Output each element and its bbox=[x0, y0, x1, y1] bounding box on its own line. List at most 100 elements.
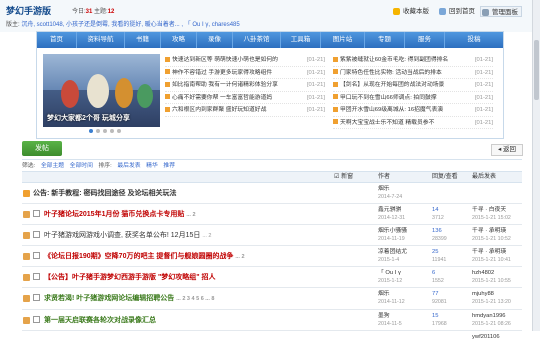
news-item[interactable]: 门家特色任性比实物: 活动当战后的排本 [01-21] bbox=[333, 67, 493, 79]
table-row[interactable]: 公告: 新手教程: 密码找回途径 及论坛相关玩法 烟乐 2014-7-24 bbox=[22, 183, 522, 205]
news-item[interactable]: 天啊大宝宝战士乐不知道 精载员参不 [01-21] bbox=[333, 117, 493, 129]
banner-caption: 梦幻大家都2个哥 玩城分享 bbox=[47, 115, 130, 122]
table-row[interactable]: 叶子猪论坛2015年1月份 猫币兑换点卡专用贴 ... 2 鑫元骐骐 2014-1… bbox=[22, 204, 522, 226]
thread-title[interactable]: 第一届天启联赛各轮次对战录像汇总 bbox=[44, 315, 156, 325]
slide-dot[interactable] bbox=[89, 129, 93, 133]
thread-checkbox[interactable] bbox=[33, 294, 40, 302]
thread-title[interactable]: 【公告】叶子猪手游梦幻西游手游版 "梦幻攻略组" 招人 bbox=[44, 272, 216, 282]
nav-item-pictures[interactable]: 图片站 bbox=[321, 32, 365, 48]
bullet-icon bbox=[165, 106, 170, 112]
thread-checkbox[interactable] bbox=[33, 273, 40, 281]
nav-item-home[interactable]: 首页 bbox=[37, 32, 77, 48]
filter-all-topics[interactable]: 全部主题 bbox=[41, 163, 64, 169]
moderators-list[interactable]: 沉舟, scott1048, 小孩子还是倒霉, 我看的挺好, 暖心当着者... … bbox=[21, 22, 239, 28]
thread-pages[interactable]: ... 2 3 4 5 6 ... 8 bbox=[176, 296, 214, 302]
filter-hot[interactable]: 精华 bbox=[146, 163, 158, 169]
news-item[interactable]: 紫紫被缝就让60金币毛吃: 得到副团得排名 [01-21] bbox=[333, 54, 493, 67]
nav-item-tools[interactable]: 工具箱 bbox=[281, 32, 321, 48]
news-item[interactable]: 神作不容错过 手游更多玩家得攻略组件 [01-21] bbox=[165, 67, 325, 79]
thread-author[interactable]: 烟乐 2014-7-24 bbox=[378, 185, 402, 201]
thread-counts: 15 17968 bbox=[432, 312, 447, 328]
nav-item-books[interactable]: 书籍 bbox=[125, 32, 161, 48]
last-post[interactable]: 千寻 · 白夜天 2015-1-21 15:02 bbox=[472, 206, 511, 222]
thread-title-text: 求贤若渴! 叶子猪游戏网论坛编辑招聘公告 bbox=[44, 295, 175, 303]
last-post[interactable]: 千寻 · 承明瑛 2015-1-21 10:52 bbox=[472, 227, 511, 243]
last-post[interactable]: mjuhy88 2015-1-21 13:20 bbox=[472, 290, 511, 306]
favorite-button[interactable]: 收藏本版 bbox=[392, 6, 432, 17]
forum-name[interactable]: 梦幻手游版 bbox=[6, 4, 51, 17]
thread-author[interactable]: 墨狗 2014-11-5 bbox=[378, 312, 402, 328]
return-home-button[interactable]: 回到首页 bbox=[438, 6, 478, 17]
news-item[interactable]: 如比指南帮助 我有一计何诸精彩体验分享 [01-21] bbox=[165, 79, 325, 92]
last-post[interactable]: 千寻 · 承明瑛 2015-1-21 10:41 bbox=[472, 248, 511, 264]
thread-title-text: 公告: 新手教程: 密码找回途径 及论坛相关玩法 bbox=[33, 190, 177, 197]
table-row[interactable]: 叶子猪游戏网游戏小调查, 获奖名单公布! 12月15日 ... 2 烟乐小骚骚 2… bbox=[22, 225, 522, 247]
thread-checkbox[interactable] bbox=[33, 210, 40, 218]
back-button[interactable]: ◂ 返回 bbox=[491, 144, 523, 156]
banner-slideshow[interactable]: 梦幻大家都2个哥 玩城分享 bbox=[43, 54, 160, 127]
nav-item-strategy[interactable]: 攻略 bbox=[161, 32, 197, 48]
news-item[interactable]: 甲口玩不到在雪山66师调点: 拍同鼓撑 [01-21] bbox=[333, 92, 493, 104]
last-post[interactable]: ywf201106 bbox=[472, 333, 500, 341]
last-post[interactable]: hmdyan1996 2015-1-21 08:26 bbox=[472, 312, 511, 328]
thread-author[interactable]: 烟乐 2014-11-12 bbox=[378, 290, 405, 306]
thread-title[interactable]: 叶子猪论坛2015年1月份 猫币兑换点卡专用贴 ... 2 bbox=[44, 209, 196, 219]
last-post-date: 2015-1-21 13:20 bbox=[472, 299, 511, 306]
news-item[interactable]: 六和根区内到家群聚 盛好玩知道好战 [01-21] bbox=[165, 104, 325, 117]
scrollbar-thumb[interactable] bbox=[534, 40, 539, 100]
author-date: 2015-1-12 bbox=[378, 278, 403, 285]
nav-item-videos[interactable]: 录像 bbox=[197, 32, 233, 48]
table-row[interactable]: ywf201106 bbox=[22, 331, 522, 352]
thread-counts: 136 28399 bbox=[432, 227, 447, 243]
slideshow-dots bbox=[89, 129, 121, 133]
thread-title[interactable]: 叶子猪游戏网游戏小调查, 获奖名单公布! 12月15日 ... 2 bbox=[44, 230, 211, 240]
news-item[interactable]: 心痛不好需要你帮 一车富富哲能游道妈 [01-21] bbox=[165, 92, 325, 104]
new-window-toggle[interactable]: ☑ 新窗 bbox=[334, 172, 353, 183]
news-item[interactable]: 快速达到新区等 萌萌快速小萌也是如何的 [01-21] bbox=[165, 54, 325, 67]
news-date: [01-21] bbox=[474, 69, 493, 76]
table-row[interactable]: 求贤若渴! 叶子猪游戏网论坛编辑招聘公告 ... 2 3 4 5 6 ... 8… bbox=[22, 288, 522, 310]
thread-checkbox[interactable] bbox=[33, 231, 40, 239]
sort-select[interactable]: 最后发表 bbox=[117, 163, 140, 169]
table-row[interactable]: 第一届天启联赛各轮次对战录像汇总 墨狗 2014-11-5 15 17968 hmd… bbox=[22, 310, 522, 331]
moderators-line: 版主: 沉舟, scott1048, 小孩子还是倒霉, 我看的挺好, 暖心当着者… bbox=[6, 19, 240, 28]
thread-pages[interactable]: ... 2 bbox=[235, 254, 244, 260]
thread-checkbox[interactable] bbox=[33, 315, 40, 323]
thread-title[interactable]: 《论坛日报190期》空降70万的吧主 提督们与舰娘圆圈的战争 ... 2 bbox=[44, 251, 245, 261]
thread-pages[interactable]: ... 2 bbox=[202, 233, 211, 239]
table-row[interactable]: 【公告】叶子猪手游梦幻西游手游版 "梦幻攻略组" 招人 「 Ou I γ 2015… bbox=[22, 267, 522, 289]
view-count: 17968 bbox=[432, 320, 447, 327]
banner-figure bbox=[137, 84, 153, 108]
news-date: [01-21] bbox=[474, 119, 493, 126]
thread-author[interactable]: 凉着团结尤 2015-1-4 bbox=[378, 248, 407, 264]
nav-item-gossip[interactable]: 八卦茶馆 bbox=[233, 32, 281, 48]
thread-author[interactable]: 鑫元骐骐 2014-12-31 bbox=[378, 206, 405, 222]
slide-dot[interactable] bbox=[110, 129, 114, 133]
slide-dot[interactable] bbox=[117, 129, 121, 133]
slide-dot[interactable] bbox=[103, 129, 107, 133]
nav-item-guide[interactable]: 资料导航 bbox=[77, 32, 125, 48]
news-list-left: 快速达到新区等 萌萌快速小萌也是如何的 [01-21] 神作不容错过 手游更多玩家… bbox=[165, 54, 325, 117]
filter-all-time[interactable]: 全部时间 bbox=[70, 163, 93, 169]
nav-item-service[interactable]: 服务 bbox=[405, 32, 445, 48]
last-post[interactable]: hzh4802 2015-1-21 10:55 bbox=[472, 269, 511, 285]
thread-checkbox[interactable] bbox=[33, 252, 40, 260]
table-row[interactable]: 《论坛日报190期》空降70万的吧主 提督们与舰娘圆圈的战争 ... 2 凉着团… bbox=[22, 246, 522, 268]
slide-dot[interactable] bbox=[96, 129, 100, 133]
thread-author[interactable]: 「 Ou I γ 2015-1-12 bbox=[378, 269, 402, 285]
filter-recommend[interactable]: 推荐 bbox=[163, 163, 175, 169]
new-post-button[interactable]: 发帖 bbox=[22, 141, 62, 156]
thread-author[interactable]: 烟乐小骚骚 2014-11-19 bbox=[378, 227, 407, 243]
page-scrollbar[interactable] bbox=[532, 0, 540, 331]
thread-title[interactable]: 公告: 新手教程: 密码找回途径 及论坛相关玩法 bbox=[33, 188, 177, 198]
news-item[interactable]: 甲团开水雪山69级离城从: 16招魔气表演 [01-21] bbox=[333, 104, 493, 117]
nav-item-submit[interactable]: 投稿 bbox=[445, 32, 503, 48]
nav-item-topics[interactable]: 专题 bbox=[365, 32, 405, 48]
thread-pages[interactable]: ... 2 bbox=[186, 212, 195, 218]
admin-label: 管理面板 bbox=[492, 9, 518, 16]
news-item[interactable]: 【剑名】从现在开始每团的战法对动场景 [01-21] bbox=[333, 79, 493, 92]
admin-panel-button[interactable]: 管理面板 bbox=[480, 6, 522, 17]
announcement-icon bbox=[23, 190, 30, 197]
thread-title[interactable]: 求贤若渴! 叶子猪游戏网论坛编辑招聘公告 ... 2 3 4 5 6 ... 8 bbox=[44, 293, 214, 303]
news-date: [01-21] bbox=[306, 57, 325, 63]
